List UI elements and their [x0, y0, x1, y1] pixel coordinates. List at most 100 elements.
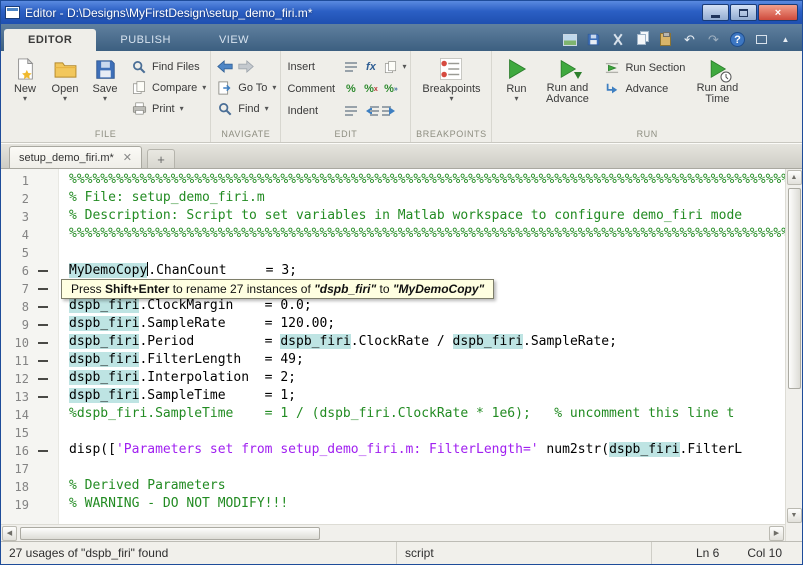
- open-button[interactable]: Open ▾: [45, 53, 85, 103]
- gutter-line[interactable]: 6: [1, 262, 58, 280]
- code-line[interactable]: [69, 460, 785, 478]
- breakpoint-dash-marker[interactable]: [38, 396, 48, 398]
- run-and-advance-button[interactable]: Run and Advance: [536, 53, 598, 105]
- code-line[interactable]: %%%%%%%%%%%%%%%%%%%%%%%%%%%%%%%%%%%%%%%%…: [69, 226, 785, 244]
- find-files-button[interactable]: Find Files: [131, 56, 206, 77]
- run-section-button[interactable]: Run Section: [604, 57, 685, 78]
- advance-button[interactable]: Advance: [604, 78, 685, 99]
- horizontal-scrollbar[interactable]: ◀ ▶: [1, 524, 785, 541]
- tab-publish[interactable]: PUBLISH: [96, 29, 195, 51]
- breakpoint-dash-marker[interactable]: [38, 360, 48, 362]
- new-tab-button[interactable]: +: [147, 149, 175, 168]
- forward-arrow-icon[interactable]: [238, 60, 254, 74]
- document-tab[interactable]: setup_demo_firi.m* ✕: [9, 146, 142, 168]
- code-line[interactable]: dspb_firi.SampleTime = 1;: [69, 388, 785, 406]
- code-line[interactable]: dspb_firi.Interpolation = 2;: [69, 370, 785, 388]
- code-line[interactable]: % WARNING - DO NOT MODIFY!!!: [69, 496, 785, 514]
- find-button[interactable]: Find ▾: [217, 98, 276, 119]
- gutter-line[interactable]: 5: [1, 244, 58, 262]
- run-and-time-button[interactable]: Run and Time: [689, 53, 745, 105]
- gutter-line[interactable]: 11: [1, 352, 58, 370]
- gutter-line[interactable]: 12: [1, 370, 58, 388]
- gutter-line[interactable]: 2: [1, 190, 58, 208]
- code-line[interactable]: %%%%%%%%%%%%%%%%%%%%%%%%%%%%%%%%%%%%%%%%…: [69, 172, 785, 190]
- close-button[interactable]: ×: [758, 4, 798, 21]
- code-line[interactable]: MyDemoCopy.ChanCount = 3;: [69, 262, 785, 280]
- breakpoints-button[interactable]: Breakpoints ▾: [418, 53, 484, 103]
- dock-window-icon[interactable]: [754, 32, 769, 47]
- close-tab-icon[interactable]: ✕: [123, 151, 132, 164]
- code-line[interactable]: dspb_firi.FilterLength = 49;: [69, 352, 785, 370]
- back-arrow-icon[interactable]: [217, 60, 233, 74]
- horizontal-scroll-thumb[interactable]: [20, 527, 320, 540]
- gutter-line[interactable]: 3: [1, 208, 58, 226]
- gutter-line[interactable]: 1: [1, 172, 58, 190]
- scroll-down-arrow[interactable]: ▼: [787, 508, 802, 523]
- wrap-comments-button[interactable]: %»: [382, 82, 399, 97]
- gutter[interactable]: 12345678910111213141516171819: [1, 169, 59, 524]
- gutter-line[interactable]: 14: [1, 406, 58, 424]
- redo-icon[interactable]: ↷: [706, 32, 721, 47]
- vertical-scrollbar[interactable]: ▲ ▼: [785, 169, 802, 541]
- indent-left-button[interactable]: [362, 104, 379, 119]
- indent-right-button[interactable]: [382, 104, 399, 119]
- code-line[interactable]: [69, 424, 785, 442]
- code-line[interactable]: % Description: Script to set variables i…: [69, 208, 785, 226]
- gutter-line[interactable]: 18: [1, 478, 58, 496]
- tab-view[interactable]: VIEW: [195, 29, 273, 51]
- gutter-line[interactable]: 10: [1, 334, 58, 352]
- code-line[interactable]: dspb_firi.ClockMargin = 0.0;: [69, 298, 785, 316]
- breakpoint-dash-marker[interactable]: [38, 288, 48, 290]
- code-area[interactable]: %%%%%%%%%%%%%%%%%%%%%%%%%%%%%%%%%%%%%%%%…: [59, 169, 785, 524]
- gutter-line[interactable]: 19: [1, 496, 58, 514]
- insert-function-button[interactable]: fx: [362, 60, 379, 75]
- maximize-button[interactable]: [730, 4, 757, 21]
- collapse-toolstrip-icon[interactable]: ▲: [778, 32, 793, 47]
- minimize-button[interactable]: [702, 4, 729, 21]
- breakpoint-dash-marker[interactable]: [38, 378, 48, 380]
- breakpoint-dash-marker[interactable]: [38, 270, 48, 272]
- gutter-line[interactable]: 13: [1, 388, 58, 406]
- publish-figure-icon[interactable]: [562, 32, 577, 47]
- code-line[interactable]: % Derived Parameters: [69, 478, 785, 496]
- copy-icon[interactable]: [634, 32, 649, 47]
- help-icon[interactable]: ?: [730, 32, 745, 47]
- paste-icon[interactable]: [658, 32, 673, 47]
- gutter-line[interactable]: 9: [1, 316, 58, 334]
- gutter-line[interactable]: 15: [1, 424, 58, 442]
- code-line[interactable]: dspb_firi.Period = dspb_firi.ClockRate /…: [69, 334, 785, 352]
- compare-button[interactable]: Compare ▾: [131, 77, 206, 98]
- gutter-line[interactable]: 8: [1, 298, 58, 316]
- titlebar[interactable]: Editor - D:\Designs\MyFirstDesign\setup_…: [1, 1, 802, 24]
- save-icon[interactable]: [586, 32, 601, 47]
- gutter-line[interactable]: 7: [1, 280, 58, 298]
- insert-section-button[interactable]: [342, 60, 359, 75]
- scroll-up-arrow[interactable]: ▲: [787, 170, 802, 185]
- code-line[interactable]: %dspb_firi.SampleTime = 1 / (dspb_firi.C…: [69, 406, 785, 424]
- code-line[interactable]: disp(['Parameters set from setup_demo_fi…: [69, 442, 785, 460]
- uncomment-button[interactable]: %x: [362, 82, 379, 97]
- code-line[interactable]: [69, 244, 785, 262]
- code-line[interactable]: % File: setup_demo_firi.m: [69, 190, 785, 208]
- gutter-line[interactable]: 17: [1, 460, 58, 478]
- vertical-scroll-thumb[interactable]: [788, 188, 801, 389]
- new-button[interactable]: New ▾: [5, 53, 45, 103]
- go-to-button[interactable]: Go To ▾: [217, 77, 276, 98]
- cut-icon[interactable]: [610, 32, 625, 47]
- breakpoint-dash-marker[interactable]: [38, 450, 48, 452]
- code-line[interactable]: dspb_firi.SampleRate = 120.00;: [69, 316, 785, 334]
- gutter-line[interactable]: 4: [1, 226, 58, 244]
- undo-icon[interactable]: ↶: [682, 32, 697, 47]
- breakpoint-dash-marker[interactable]: [38, 342, 48, 344]
- run-button[interactable]: Run ▾: [496, 53, 536, 103]
- tab-editor[interactable]: EDITOR: [4, 29, 96, 51]
- comment-button[interactable]: %: [342, 82, 359, 97]
- save-button[interactable]: Save ▾: [85, 53, 125, 103]
- breakpoint-dash-marker[interactable]: [38, 324, 48, 326]
- insert-block-button[interactable]: [382, 60, 399, 75]
- smart-indent-button[interactable]: [342, 104, 359, 119]
- breakpoint-dash-marker[interactable]: [38, 306, 48, 308]
- scroll-right-arrow[interactable]: ▶: [769, 526, 784, 541]
- print-button[interactable]: Print ▾: [131, 98, 206, 119]
- gutter-line[interactable]: 16: [1, 442, 58, 460]
